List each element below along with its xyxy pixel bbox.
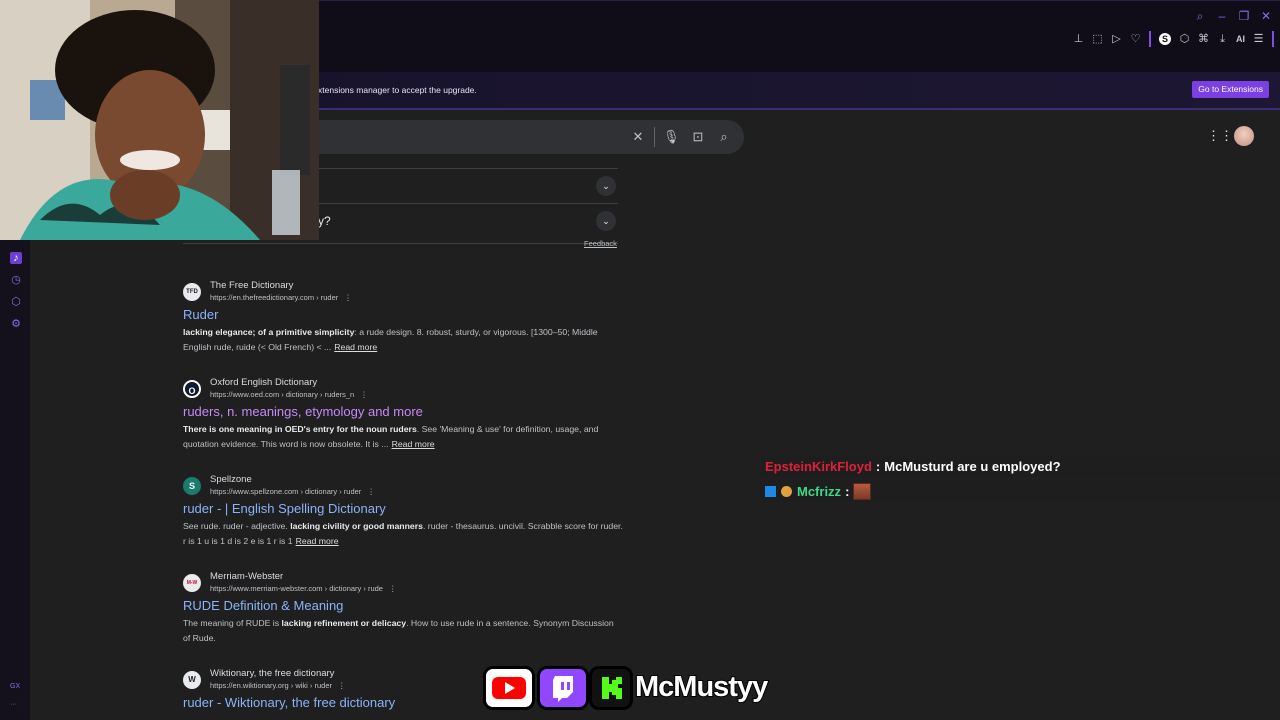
read-more-link[interactable]: Read more xyxy=(334,342,377,352)
search-divider xyxy=(654,127,655,147)
read-more-link[interactable]: Read more xyxy=(392,439,435,449)
chat-username: EpsteinKirkFloyd xyxy=(765,458,872,474)
result-title-link[interactable]: ruder - | English Spelling Dictionary xyxy=(183,501,386,516)
youtube-icon xyxy=(483,666,535,710)
feedback-link[interactable]: Feedback xyxy=(584,239,617,248)
history-icon[interactable]: ◷ xyxy=(10,274,22,286)
more-options-icon[interactable]: ⋮ xyxy=(389,584,397,593)
search-result: S Spellzone https://www.spellzone.com › … xyxy=(183,474,623,557)
site-favicon-icon: TFD xyxy=(183,283,201,301)
result-url[interactable]: https://en.wiktionary.org › wiki › ruder… xyxy=(210,681,346,690)
result-site-name[interactable]: Merriam-Webster xyxy=(210,571,283,582)
related-question-text: y? xyxy=(318,214,331,228)
account-avatar[interactable] xyxy=(1234,126,1254,146)
heart-icon[interactable]: ♡ xyxy=(1130,33,1141,46)
minimize-icon[interactable]: – xyxy=(1216,9,1228,23)
ai-button[interactable]: AI xyxy=(1236,33,1245,46)
result-site-name[interactable]: Spellzone xyxy=(210,474,252,485)
more-options-icon[interactable]: ⋮ xyxy=(344,293,352,302)
search-icon[interactable]: ⌕ xyxy=(1194,9,1206,23)
chat-message: Mcfrizz : xyxy=(760,480,1280,502)
result-title-link[interactable]: Ruder xyxy=(183,307,218,322)
result-title-link[interactable]: ruders, n. meanings, etymology and more xyxy=(183,404,423,419)
chevron-down-icon[interactable]: ⌄ xyxy=(596,211,616,231)
restore-icon[interactable]: ❐ xyxy=(1238,9,1250,23)
stream-chat-overlay: EpsteinKirkFloyd : McMusturd are u emplo… xyxy=(760,455,1280,505)
toolbar-edge xyxy=(1272,31,1274,47)
result-url[interactable]: https://www.merriam-webster.com › dictio… xyxy=(210,584,396,593)
music-player-icon[interactable]: ♪ xyxy=(10,252,22,264)
result-url[interactable]: https://www.spellzone.com › dictionary ›… xyxy=(210,487,375,496)
site-favicon-icon: S xyxy=(183,477,201,495)
window-controls: ⌕ – ❐ ✕ xyxy=(1194,9,1272,23)
chat-emote-icon xyxy=(853,482,872,500)
chat-text: McMusturd are u employed? xyxy=(884,458,1061,474)
clear-icon[interactable]: ✕ xyxy=(630,129,646,145)
toolbar-separator xyxy=(1149,31,1151,47)
result-snippet: There is one meaning in OED's entry for … xyxy=(183,424,599,449)
webcam-overlay xyxy=(0,0,319,240)
result-url[interactable]: https://www.oed.com › dictionary › ruder… xyxy=(210,390,368,399)
stream-socials-overlay: McMustyy xyxy=(483,664,793,714)
banner-message: xtensions manager to accept the upgrade. xyxy=(318,85,477,95)
site-favicon-icon: O xyxy=(183,380,201,398)
settings-icon[interactable]: ⚙ xyxy=(10,318,22,330)
result-site-name[interactable]: The Free Dictionary xyxy=(210,280,293,291)
result-url[interactable]: https://en.thefreedictionary.com › ruder… xyxy=(210,293,352,302)
browser-sidebar: ♪ ◷ ⬡ ⚙ GX ··· xyxy=(0,240,30,720)
download-icon[interactable]: ⤓ xyxy=(1217,33,1228,46)
more-options-icon[interactable]: ⋮ xyxy=(360,390,368,399)
result-snippet: The meaning of RUDE is lacking refinemen… xyxy=(183,618,614,643)
search-result: O Oxford English Dictionary https://www.… xyxy=(183,377,623,460)
lens-icon[interactable]: ⊡ xyxy=(690,129,706,145)
menu-icon[interactable]: ☰ xyxy=(1253,33,1264,46)
puzzle-icon[interactable]: ⌘ xyxy=(1198,33,1209,46)
sub-badge-icon xyxy=(781,485,792,497)
kick-icon xyxy=(589,666,633,710)
gx-label: GX xyxy=(10,683,21,690)
screenshot-icon[interactable]: ⬚ xyxy=(1092,33,1103,46)
extension-s-icon[interactable]: S xyxy=(1159,33,1171,45)
browser-toolbar: ⊥ ⬚ ▷ ♡ S ⬡ ⌘ ⤓ AI ☰ xyxy=(1073,31,1274,47)
mic-icon[interactable]: 🎙 xyxy=(663,129,680,145)
faq-divider xyxy=(183,243,618,244)
chat-message: EpsteinKirkFloyd : McMusturd are u emplo… xyxy=(760,455,1280,477)
search-result: TFD The Free Dictionary https://en.thefr… xyxy=(183,280,623,363)
google-apps-icon[interactable]: ⋮⋮ xyxy=(1207,129,1233,143)
pin-icon[interactable]: ⊥ xyxy=(1073,33,1084,46)
twitch-icon xyxy=(537,666,589,710)
chat-username: Mcfrizz xyxy=(797,483,842,499)
read-more-link[interactable]: Read more xyxy=(296,536,339,546)
more-options-icon[interactable]: ⋮ xyxy=(367,487,375,496)
play-icon[interactable]: ▷ xyxy=(1111,33,1122,46)
more-options-icon[interactable]: ⋮ xyxy=(338,681,346,690)
result-snippet: lacking elegance; of a primitive simplic… xyxy=(183,327,598,352)
result-title-link[interactable]: ruder - Wiktionary, the free dictionary xyxy=(183,695,395,710)
webcam-feed xyxy=(0,0,319,240)
search-bar[interactable]: ✕ 🎙 ⊡ ⌕ xyxy=(318,120,744,154)
search-icon[interactable]: ⌕ xyxy=(716,129,732,145)
close-icon[interactable]: ✕ xyxy=(1260,9,1272,23)
chat-separator: : xyxy=(845,483,850,499)
result-site-name[interactable]: Oxford English Dictionary xyxy=(210,377,317,388)
go-to-extensions-button[interactable]: Go to Extensions xyxy=(1192,81,1269,98)
search-result: M-W Merriam-Webster https://www.merriam-… xyxy=(183,571,623,654)
chat-separator: : xyxy=(875,458,881,474)
result-site-name[interactable]: Wiktionary, the free dictionary xyxy=(210,668,334,679)
result-snippet: See rude. ruder - adjective. lacking civ… xyxy=(183,521,623,546)
site-favicon-icon: M-W xyxy=(183,574,201,592)
cube-icon[interactable]: ⬡ xyxy=(1179,33,1190,46)
chevron-down-icon[interactable]: ⌄ xyxy=(596,176,616,196)
streamer-name: McMustyy xyxy=(634,670,769,704)
sidebar-more-icon[interactable]: ··· xyxy=(10,701,17,708)
site-favicon-icon: W xyxy=(183,671,201,689)
extensions-icon[interactable]: ⬡ xyxy=(10,296,22,308)
prime-badge-icon xyxy=(765,485,776,497)
result-title-link[interactable]: RUDE Definition & Meaning xyxy=(183,598,343,613)
